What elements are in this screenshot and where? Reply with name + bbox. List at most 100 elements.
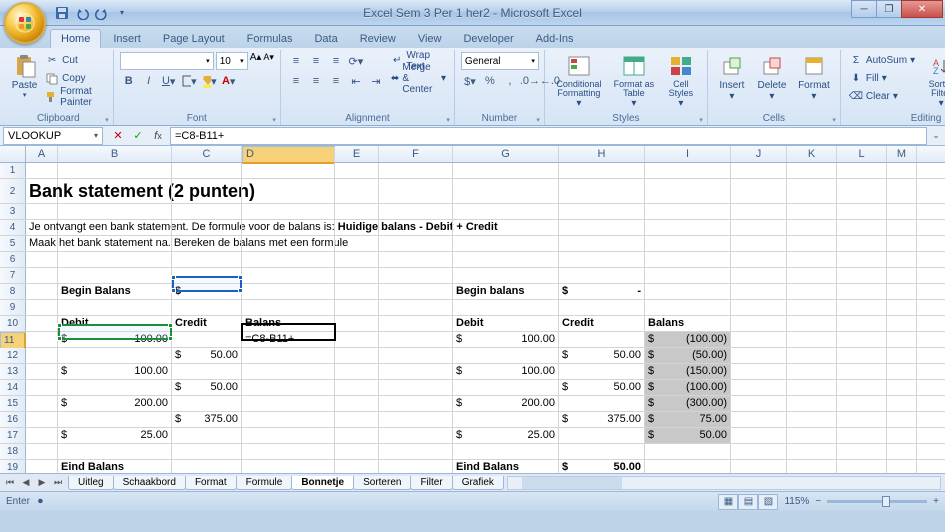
col-header-j[interactable]: J <box>731 146 787 162</box>
title-cell[interactable]: Bank statement (2 punten) <box>26 179 58 203</box>
cell[interactable]: Begin Balans <box>58 284 172 299</box>
tab-home[interactable]: Home <box>50 29 101 48</box>
format-table-button[interactable]: Format as Table▾ <box>611 52 657 109</box>
sheet-tab[interactable]: Format <box>185 476 237 490</box>
paste-button[interactable]: Paste▾ <box>10 52 39 99</box>
italic-icon[interactable]: I <box>140 72 158 90</box>
cell[interactable]: $(150.00) <box>645 364 731 379</box>
sheet-tab[interactable]: Grafiek <box>452 476 504 490</box>
enter-formula-button[interactable]: ✓ <box>129 128 147 144</box>
align-middle-icon[interactable]: ≡ <box>307 52 325 70</box>
tab-page-layout[interactable]: Page Layout <box>153 30 235 48</box>
orientation-icon[interactable]: ⟳▾ <box>347 52 365 70</box>
font-family-select[interactable]: ▾ <box>120 52 214 70</box>
expand-formula-icon[interactable]: ⌄ <box>927 130 945 141</box>
cell[interactable]: $50.00 <box>559 348 645 363</box>
tab-insert[interactable]: Insert <box>103 30 151 48</box>
indent-inc-icon[interactable]: ⇥ <box>367 72 385 90</box>
sheet-tab[interactable]: Sorteren <box>353 476 411 490</box>
sheet-tab[interactable]: Formule <box>236 476 293 490</box>
sheet-nav-prev[interactable]: ◀ <box>19 477 33 488</box>
percent-icon[interactable]: % <box>481 72 499 90</box>
cell[interactable]: Credit <box>559 316 645 331</box>
shrink-font-icon[interactable]: A▾ <box>263 52 274 70</box>
merge-center-button[interactable]: ⬌Merge & Center▾ <box>389 70 448 87</box>
conditional-formatting-button[interactable]: Conditional Formatting▾ <box>551 52 607 109</box>
zoom-level[interactable]: 115% <box>784 496 809 507</box>
col-header-k[interactable]: K <box>787 146 837 162</box>
save-icon[interactable] <box>54 5 70 21</box>
cancel-formula-button[interactable]: ✕ <box>109 128 127 144</box>
insert-cells-button[interactable]: Insert▾ <box>714 52 750 102</box>
view-normal-button[interactable]: ▦ <box>718 494 738 510</box>
col-header-d[interactable]: D <box>242 146 335 164</box>
cell[interactable]: $(100.00) <box>645 380 731 395</box>
autosum-button[interactable]: ΣAutoSum▾ <box>847 52 917 69</box>
cell[interactable]: Je ontvangt een bank statement. De formu… <box>26 220 58 235</box>
tab-review[interactable]: Review <box>350 30 406 48</box>
cell[interactable]: Credit <box>172 316 242 331</box>
align-bottom-icon[interactable]: ≡ <box>327 52 345 70</box>
cell[interactable]: $100.00 <box>58 364 172 379</box>
fill-button[interactable]: ⬇Fill▾ <box>847 70 917 87</box>
col-header-m[interactable]: M <box>887 146 917 162</box>
cell[interactable]: Balans <box>645 316 731 331</box>
cell[interactable]: $100.00 <box>453 364 559 379</box>
col-header-e[interactable]: E <box>335 146 379 162</box>
undo-icon[interactable] <box>74 5 90 21</box>
border-icon[interactable]: ▾ <box>180 72 198 90</box>
name-box[interactable]: VLOOKUP▾ <box>3 127 103 145</box>
cell[interactable]: $(100.00) <box>645 332 731 347</box>
indent-dec-icon[interactable]: ⇤ <box>347 72 365 90</box>
sheet-tab-active[interactable]: Bonnetje <box>291 476 354 490</box>
align-center-icon[interactable]: ≡ <box>307 72 325 90</box>
cell[interactable]: $200.00 <box>58 396 172 411</box>
cell[interactable]: $50.00 <box>645 428 731 443</box>
sort-filter-button[interactable]: AZSort & Filter▾ <box>921 52 945 109</box>
close-button[interactable]: ✕ <box>901 0 943 18</box>
cell[interactable]: $375.00 <box>172 412 242 427</box>
tab-view[interactable]: View <box>408 30 452 48</box>
col-header-l[interactable]: L <box>837 146 887 162</box>
cell[interactable]: Debit <box>58 316 172 331</box>
cell[interactable]: Balans <box>242 316 335 331</box>
copy-button[interactable]: Copy <box>43 70 107 87</box>
cell[interactable]: $375.00 <box>559 412 645 427</box>
fill-color-icon[interactable]: ▾ <box>200 72 218 90</box>
sheet-tab[interactable]: Uitleg <box>68 476 114 490</box>
cell[interactable]: Eind Balans <box>58 460 172 473</box>
macro-record-icon[interactable]: ⏺ <box>38 496 43 507</box>
format-cells-button[interactable]: Format▾ <box>794 52 834 102</box>
col-header-a[interactable]: A <box>26 146 58 162</box>
zoom-slider[interactable] <box>827 500 927 503</box>
col-header-b[interactable]: B <box>58 146 172 162</box>
zoom-out-button[interactable]: − <box>815 496 821 507</box>
tab-formulas[interactable]: Formulas <box>237 30 303 48</box>
delete-cells-button[interactable]: Delete▾ <box>754 52 790 102</box>
cell[interactable]: Maak het bank statement na. Bereken de b… <box>26 236 58 251</box>
format-painter-button[interactable]: Format Painter <box>43 88 107 105</box>
cell[interactable]: $200.00 <box>453 396 559 411</box>
inc-decimal-icon[interactable]: .0→ <box>521 72 539 90</box>
office-button[interactable] <box>4 2 46 44</box>
cell-styles-button[interactable]: Cell Styles▾ <box>661 52 701 109</box>
tab-addins[interactable]: Add-Ins <box>526 30 584 48</box>
tab-developer[interactable]: Developer <box>453 30 523 48</box>
grow-font-icon[interactable]: A▴ <box>250 52 262 70</box>
view-layout-button[interactable]: ▤ <box>738 494 758 510</box>
align-top-icon[interactable]: ≡ <box>287 52 305 70</box>
sheet-nav-next[interactable]: ▶ <box>35 477 49 488</box>
row-header[interactable]: 1 <box>0 163 26 178</box>
row-header[interactable]: 2 <box>0 179 26 203</box>
view-break-button[interactable]: ▧ <box>758 494 778 510</box>
horizontal-scrollbar[interactable] <box>507 476 941 490</box>
cell[interactable]: $100.00 <box>58 332 172 347</box>
number-format-select[interactable]: General▾ <box>461 52 539 70</box>
cell[interactable]: $- <box>172 284 242 299</box>
font-size-select[interactable]: 10▾ <box>216 52 248 70</box>
select-all-corner[interactable] <box>0 146 26 162</box>
minimize-button[interactable]: ─ <box>851 0 877 18</box>
formula-input[interactable]: =C8-B11+ <box>170 127 927 145</box>
sheet-nav-last[interactable]: ⏭ <box>51 477 65 488</box>
sheet-nav-first[interactable]: ⏮ <box>3 477 17 488</box>
